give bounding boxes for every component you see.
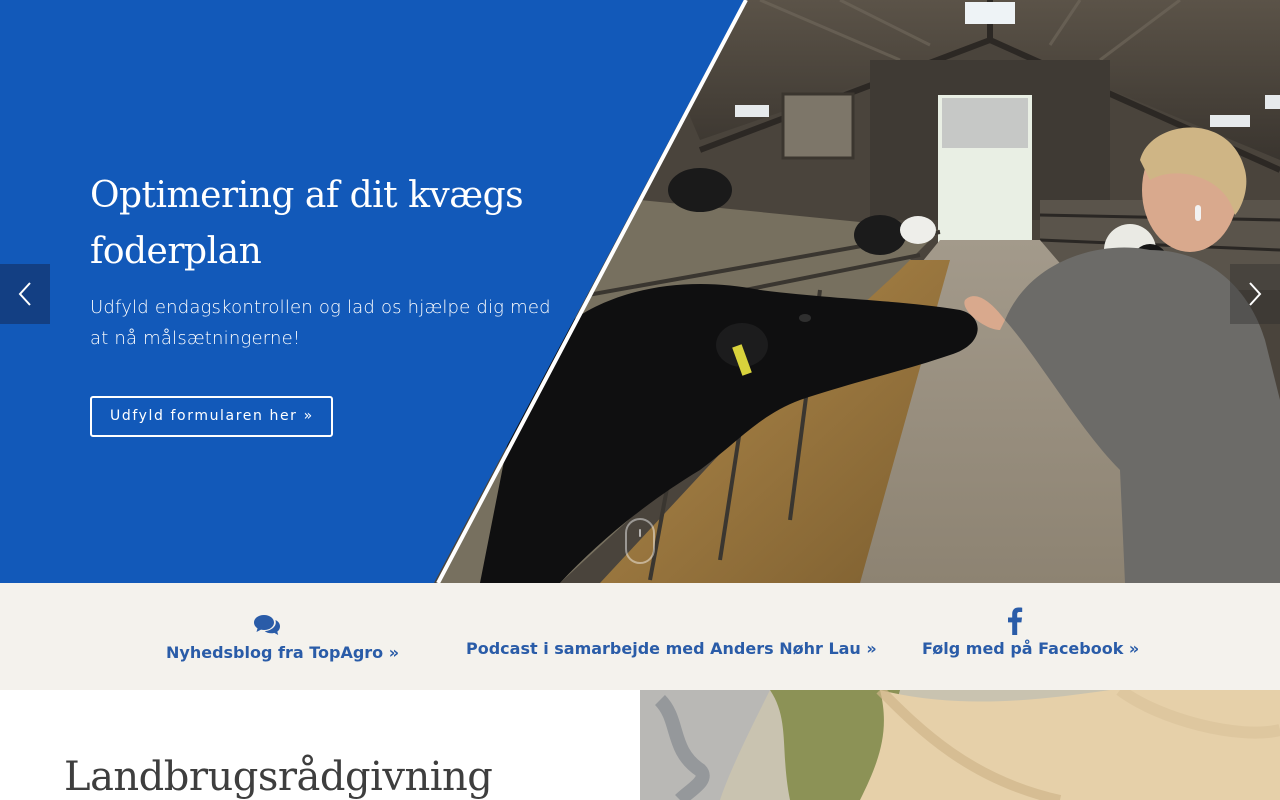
chevron-left-icon (18, 282, 31, 306)
hero-content: Optimering af dit kvægs foderplan Udfyld… (90, 168, 560, 437)
link-facebook-label: Følg med på Facebook » (922, 639, 1140, 658)
scroll-dot (639, 529, 641, 537)
link-news-blog[interactable]: Nyhedsblog fra TopAgro » (166, 611, 400, 662)
link-podcast[interactable]: Podcast i samarbejde med Anders Nøhr Lau… (466, 639, 877, 658)
hero-title: Optimering af dit kvægs foderplan (90, 175, 524, 272)
chevron-right-icon (1249, 282, 1262, 306)
link-facebook[interactable]: Følg med på Facebook » (922, 607, 1140, 658)
cattle-photo-image (640, 690, 1280, 800)
slider-next-button[interactable] (1230, 264, 1280, 324)
link-podcast-label: Podcast i samarbejde med Anders Nøhr Lau… (466, 639, 877, 658)
slider-prev-button[interactable] (0, 264, 50, 324)
scroll-down-indicator[interactable] (625, 518, 655, 564)
comments-icon (254, 615, 280, 635)
link-news-blog-label: Nyhedsblog fra TopAgro » (166, 643, 400, 662)
quick-links-bar: Nyhedsblog fra TopAgro » Podcast i samar… (0, 583, 1280, 690)
hero-subtitle: Udfyld endagskontrollen og lad os hjælpe… (90, 297, 551, 349)
hero-slider: Optimering af dit kvægs foderplan Udfyld… (0, 0, 1280, 583)
cattle-photo (640, 690, 1280, 800)
hero-cta-button[interactable]: Udfyld formularen her » (90, 396, 333, 437)
facebook-icon (1008, 607, 1023, 635)
section-title: Landbrugsrådgivning (64, 754, 493, 800)
